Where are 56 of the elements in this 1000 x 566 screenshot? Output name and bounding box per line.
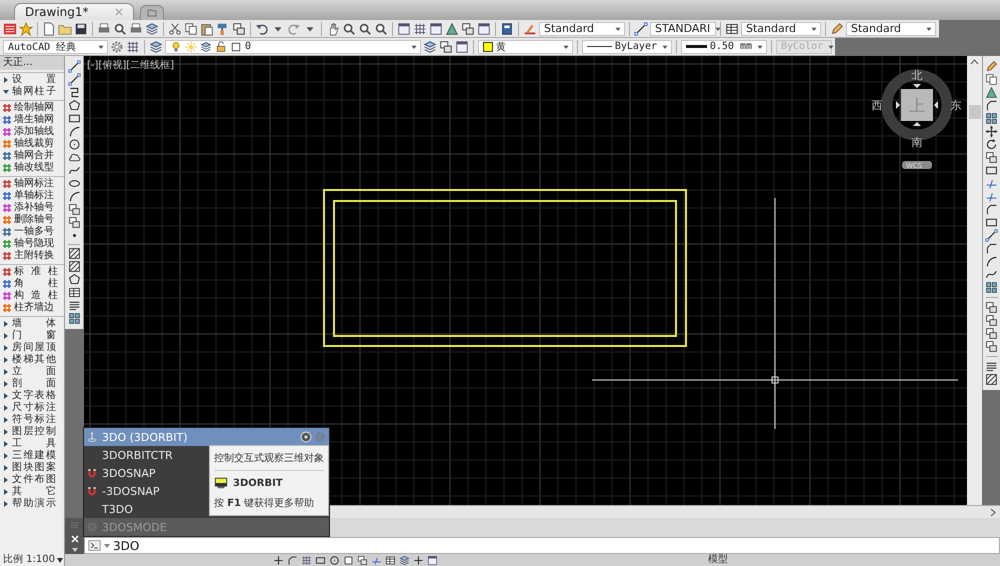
- menu-item[interactable]: 轴号隐现: [14, 238, 54, 250]
- menu-item[interactable]: 主附转换: [14, 250, 54, 262]
- menu-item[interactable]: 单轴标注: [14, 190, 54, 202]
- menu-folder[interactable]: 墙 体: [12, 318, 56, 330]
- multileader-style-dropdown[interactable]: Standard: [846, 22, 936, 36]
- model-space-button[interactable]: 模型: [708, 554, 728, 566]
- menu-folder[interactable]: 尺寸标注: [12, 402, 56, 414]
- menu-item[interactable]: 绘制轴网: [14, 102, 54, 114]
- tooltip-help: 按 F1 键获得更多帮助: [214, 496, 316, 510]
- menu-item[interactable]: 添补轴号: [14, 202, 54, 214]
- menu-item[interactable]: 轴改线型: [14, 162, 54, 174]
- menu-folder[interactable]: 图层控制: [12, 426, 56, 438]
- tooltip-command: 3DORBIT: [233, 478, 283, 488]
- menu-item[interactable]: 轴线裁剪: [14, 138, 54, 150]
- layer-dropdown[interactable]: 0: [165, 40, 421, 54]
- linetype-dropdown[interactable]: ByLayer: [582, 40, 672, 54]
- menu-folder[interactable]: 图块图案: [12, 462, 56, 474]
- compass-north-label[interactable]: 北: [912, 69, 922, 82]
- menu-item[interactable]: 角 柱: [14, 278, 58, 290]
- menu-folder[interactable]: 楼梯其他: [12, 354, 56, 366]
- menu-folder[interactable]: 剖 面: [12, 378, 56, 390]
- compass-west-label[interactable]: 西: [872, 99, 882, 112]
- color-dropdown[interactable]: 黄: [478, 40, 573, 54]
- menu-folder[interactable]: 工 具: [12, 438, 56, 450]
- text-style-dropdown[interactable]: Standard: [539, 22, 625, 36]
- menu-folder[interactable]: 立 面: [12, 366, 56, 378]
- menu-item[interactable]: 轴网标注: [14, 178, 54, 190]
- lineweight-dropdown[interactable]: 0.50 mm: [681, 40, 767, 54]
- menu-folder[interactable]: 文件布图: [12, 474, 56, 486]
- menu-item[interactable]: 柱齐墙边: [14, 302, 54, 314]
- panel-title: 天正...: [0, 56, 64, 70]
- scale-dropdown[interactable]: 比例 1:100: [3, 554, 55, 566]
- compass-south-label[interactable]: 南: [912, 136, 922, 149]
- menu-item[interactable]: 添加轴线: [14, 126, 54, 138]
- menu-folder[interactable]: 设 置: [12, 74, 56, 86]
- document-tab[interactable]: Drawing1*: [14, 3, 134, 20]
- menu-folder[interactable]: 符号标注: [12, 414, 56, 426]
- viewport-controls[interactable]: [-][俯视][二维线框]: [87, 58, 174, 72]
- menu-folder[interactable]: 文字表格: [12, 390, 56, 402]
- menu-folder[interactable]: 轴网柱子: [12, 86, 56, 98]
- table-style-dropdown[interactable]: Standard: [741, 22, 821, 36]
- menu-item[interactable]: 墙生轴网: [14, 114, 54, 126]
- menu-item[interactable]: 删除轴号: [14, 214, 54, 226]
- tooltip-description: 控制交互式观察三维对象: [214, 452, 324, 465]
- menu-folder[interactable]: 门 窗: [12, 330, 56, 342]
- command-input-field[interactable]: 3DO: [113, 538, 313, 552]
- menu-folder[interactable]: 三维建模: [12, 450, 56, 462]
- menu-folder[interactable]: 其 它: [12, 486, 56, 498]
- compass-east-label[interactable]: 东: [950, 99, 962, 112]
- workspace-dropdown[interactable]: AutoCAD 经典: [3, 40, 108, 54]
- menu-item[interactable]: 标 准 柱: [14, 266, 58, 278]
- menu-item[interactable]: 一轴多号: [14, 226, 54, 238]
- menu-folder[interactable]: 房间屋顶: [12, 342, 56, 354]
- menu-folder[interactable]: 帮助演示: [12, 498, 56, 510]
- menu-item[interactable]: 轴网合并: [14, 150, 54, 162]
- menu-item[interactable]: 构 造 柱: [14, 290, 58, 302]
